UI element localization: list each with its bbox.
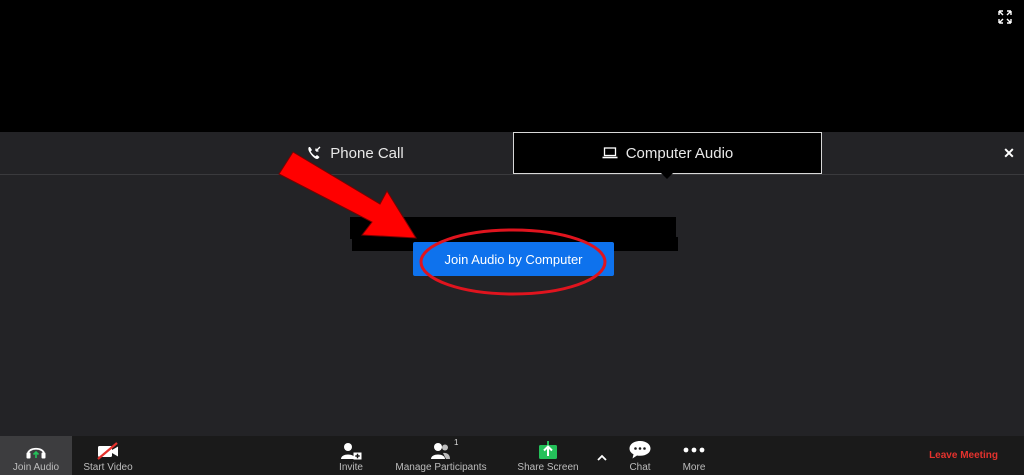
more-label: More <box>682 462 706 473</box>
tab-phone-call[interactable]: Phone Call <box>300 132 410 174</box>
audio-tabs: Phone Call Computer Audio ✕ <box>0 132 1024 179</box>
join-audio-by-computer-button[interactable]: Join Audio by Computer <box>413 242 614 276</box>
manage-participants-button[interactable]: 1 Manage Participants <box>390 436 492 475</box>
start-video-button[interactable]: Start Video <box>76 436 140 475</box>
laptop-icon <box>602 147 618 159</box>
chat-label: Chat <box>629 462 651 473</box>
chat-bubble-icon <box>629 441 651 459</box>
chat-button[interactable]: Chat <box>622 436 658 475</box>
tab-phone-call-label: Phone Call <box>330 144 404 162</box>
tab-computer-audio[interactable]: Computer Audio <box>513 132 822 174</box>
meeting-toolbar: Join Audio Start Video Invite 1 Manage P… <box>0 436 1024 475</box>
video-area <box>0 0 1024 132</box>
start-video-label: Start Video <box>83 462 133 473</box>
audio-panel: Phone Call Computer Audio ✕ Join Audio b… <box>0 132 1024 436</box>
participant-count-badge: 1 <box>454 438 459 447</box>
join-audio-label: Join Audio <box>12 462 60 473</box>
participants-icon <box>431 443 450 459</box>
invite-button[interactable]: Invite <box>330 436 372 475</box>
manage-participants-label: Manage Participants <box>395 462 487 473</box>
invite-label: Invite <box>339 462 363 473</box>
chevron-up-icon <box>597 454 607 461</box>
join-audio-button[interactable]: Join Audio <box>0 436 72 475</box>
share-options-caret[interactable] <box>592 436 612 475</box>
leave-meeting-button[interactable]: Leave Meeting <box>929 450 998 461</box>
fullscreen-icon[interactable] <box>998 10 1012 24</box>
phone-icon <box>308 146 321 159</box>
selected-tab-pointer <box>660 172 674 179</box>
share-screen-label: Share Screen <box>517 462 579 473</box>
more-button[interactable]: More <box>676 436 712 475</box>
close-icon[interactable]: ✕ <box>1000 144 1018 162</box>
headphones-icon <box>26 447 46 459</box>
more-dots-icon <box>683 447 705 453</box>
share-screen-icon <box>539 441 557 459</box>
join-audio-by-computer-label: Join Audio by Computer <box>444 251 583 267</box>
share-screen-button[interactable]: Share Screen <box>514 436 582 475</box>
add-user-icon <box>341 443 362 460</box>
redaction-bar <box>350 217 676 239</box>
tab-computer-audio-label: Computer Audio <box>625 144 734 162</box>
video-off-icon <box>97 442 118 460</box>
